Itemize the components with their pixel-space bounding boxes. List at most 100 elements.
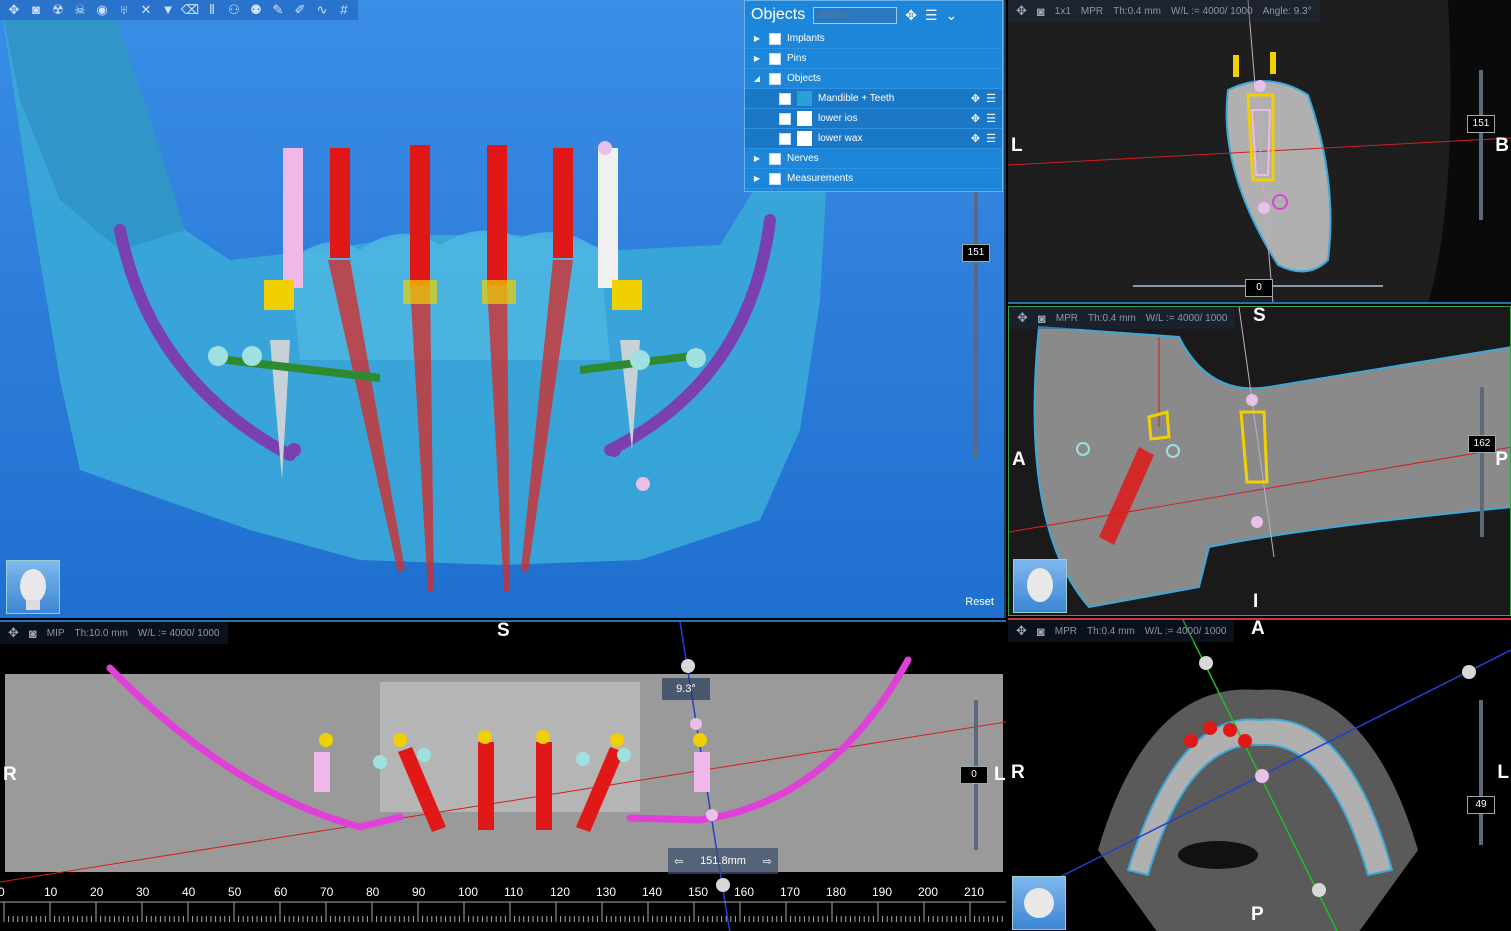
objects-search-input[interactable] [813, 6, 898, 24]
visibility-checkbox[interactable] [769, 52, 781, 65]
window-level-label: W/L := 4000/ 1000 [1145, 312, 1228, 324]
color-swatch[interactable] [797, 111, 812, 126]
panoramic-render[interactable] [0, 622, 1006, 931]
list-icon[interactable]: ☰ [925, 7, 938, 24]
3d-slider-value[interactable]: 151 [962, 244, 990, 262]
move-icon[interactable]: ✥ [905, 7, 917, 24]
list-icon[interactable]: ☰ [986, 132, 996, 145]
group-icon[interactable]: ⚇ [224, 1, 244, 19]
objects-panel: Objects ✥ ☰ ⌄ ▶ Implants ▶ Pins ◢ Objects Mand… [744, 0, 1003, 192]
skull-icon[interactable]: ☠ [70, 1, 90, 19]
ruler-tick-label: 130 [596, 885, 617, 899]
ruler-tick-label: 110 [504, 885, 524, 899]
ruler-tick-label: 210 [964, 885, 985, 899]
grid-icon[interactable]: # [334, 1, 354, 19]
eraser-icon[interactable]: ⌫ [180, 1, 200, 19]
move-icon[interactable]: ✥ [971, 112, 980, 125]
thickness-label: Th:0.4 mm [1088, 312, 1136, 324]
ruler-tick-label: 80 [366, 885, 380, 899]
pins-icon[interactable]: ⫴ [202, 1, 222, 19]
3d-slice-slider[interactable] [974, 190, 978, 460]
tooth-icon[interactable]: ♅ [114, 1, 134, 19]
ruler-tick-label: 200 [918, 885, 939, 899]
3d-viewport[interactable]: ✥◙☢☠◉♅✕▼⌫⫴⚇⚉✎✐∿# 151 Reset Objects ✥ ☰ ⌄… [0, 0, 1006, 618]
sagittal-slider-value[interactable]: 162 [1468, 435, 1496, 453]
move-icon[interactable]: ✥ [1017, 310, 1028, 326]
panoramic-slider-value[interactable]: 0 [960, 766, 988, 784]
arrow-right-icon[interactable]: ⇨ [763, 855, 772, 868]
triangle-right-icon[interactable]: ▶ [751, 174, 763, 183]
sagittal-render[interactable] [1009, 307, 1511, 616]
coronal-viewport[interactable]: ✥ ◙ 1x1 MPR Th:0.4 mm W/L := 4000/ 1000 … [1008, 0, 1511, 304]
implant-icon[interactable]: ▼ [158, 1, 178, 19]
head-orientation-button[interactable] [1013, 559, 1067, 613]
objects-row-nerves[interactable]: ▶ Nerves [745, 149, 1002, 169]
ruler-tick-label: 60 [274, 885, 288, 899]
visibility-checkbox[interactable] [769, 172, 781, 185]
move-icon[interactable]: ✥ [971, 132, 980, 145]
color-swatch[interactable] [797, 131, 812, 146]
camera-icon[interactable]: ◙ [26, 1, 46, 19]
people-icon[interactable]: ⚉ [246, 1, 266, 19]
triangle-right-icon[interactable]: ▶ [751, 34, 763, 43]
sagittal-viewport[interactable]: ✥ ◙ MPR Th:0.4 mm W/L := 4000/ 1000 S A … [1008, 306, 1511, 616]
pen-icon[interactable]: ✐ [290, 1, 310, 19]
ruler-tick-label: 50 [228, 885, 242, 899]
brush-icon[interactable]: ✎ [268, 1, 288, 19]
list-icon[interactable]: ☰ [986, 92, 996, 105]
coronal-render[interactable] [1008, 0, 1511, 304]
move-icon[interactable]: ✥ [971, 92, 980, 105]
radiation-icon[interactable]: ☢ [48, 1, 68, 19]
objects-row-mandible-teeth[interactable]: Mandible + Teeth ✥ ☰ [745, 89, 1002, 109]
close-icon[interactable]: ✕ [136, 1, 156, 19]
triangle-right-icon[interactable]: ▶ [751, 54, 763, 63]
objects-row-measurements[interactable]: ▶ Measurements [745, 169, 1002, 189]
objects-row-label: Pins [787, 53, 807, 64]
camera-icon[interactable]: ◙ [1037, 4, 1045, 19]
objects-row-pins[interactable]: ▶ Pins [745, 49, 1002, 69]
visibility-checkbox[interactable] [769, 72, 781, 85]
axial-viewport[interactable]: ✥ ◙ MPR Th:0.4 mm W/L := 4000/ 1000 A R … [1008, 618, 1511, 931]
sagittal-slice-slider[interactable] [1480, 387, 1484, 537]
move-icon[interactable]: ✥ [4, 1, 24, 19]
head-orientation-button[interactable] [6, 560, 60, 614]
move-icon[interactable]: ✥ [1016, 623, 1027, 639]
objects-row-implants[interactable]: ▶ Implants [745, 29, 1002, 49]
axial-slider-value[interactable]: 49 [1467, 796, 1495, 814]
visibility-checkbox[interactable] [779, 132, 791, 145]
camera-icon[interactable]: ◙ [1037, 624, 1045, 639]
list-icon[interactable]: ☰ [986, 112, 996, 125]
head-orientation-button[interactable] [1012, 876, 1066, 930]
triangle-down-icon[interactable]: ◢ [751, 74, 763, 83]
visibility-checkbox[interactable] [779, 92, 791, 105]
objects-row-label: Implants [787, 33, 825, 44]
coronal-h-slider-value[interactable]: 0 [1245, 279, 1273, 297]
move-icon[interactable]: ✥ [1016, 3, 1027, 19]
ruler-tick-label: 70 [320, 885, 334, 899]
globe-icon[interactable]: ◉ [92, 1, 112, 19]
visibility-checkbox[interactable] [779, 112, 791, 125]
collapse-chevron-icon[interactable]: ⌄ [946, 7, 958, 24]
visibility-checkbox[interactable] [769, 152, 781, 165]
triangle-right-icon[interactable]: ▶ [751, 154, 763, 163]
visibility-checkbox[interactable] [769, 32, 781, 45]
axial-slice-slider[interactable] [1479, 700, 1483, 845]
layout-label[interactable]: 1x1 [1055, 6, 1071, 17]
arrow-left-icon[interactable]: ⇦ [674, 855, 683, 868]
color-swatch[interactable] [797, 91, 812, 106]
axial-render[interactable] [1008, 620, 1511, 931]
camera-icon[interactable]: ◙ [29, 626, 37, 641]
objects-row-lower-ios[interactable]: lower ios ✥ ☰ [745, 109, 1002, 129]
camera-icon[interactable]: ◙ [1038, 311, 1046, 326]
ruler-tick-label: 170 [780, 885, 801, 899]
mode-label: MPR [1055, 312, 1078, 324]
panoramic-viewport[interactable]: ✥ ◙ MIP Th:10.0 mm W/L := 4000/ 1000 S R… [0, 620, 1006, 931]
coronal-slice-slider[interactable] [1479, 70, 1483, 220]
curve-icon[interactable]: ∿ [312, 1, 332, 19]
objects-row-objects[interactable]: ◢ Objects [745, 69, 1002, 89]
coronal-slider-value[interactable]: 151 [1467, 115, 1495, 133]
objects-row-lower-wax[interactable]: lower wax ✥ ☰ [745, 129, 1002, 149]
mode-label: MPR [1080, 5, 1104, 17]
move-icon[interactable]: ✥ [8, 625, 19, 641]
reset-button[interactable]: Reset [965, 596, 994, 608]
